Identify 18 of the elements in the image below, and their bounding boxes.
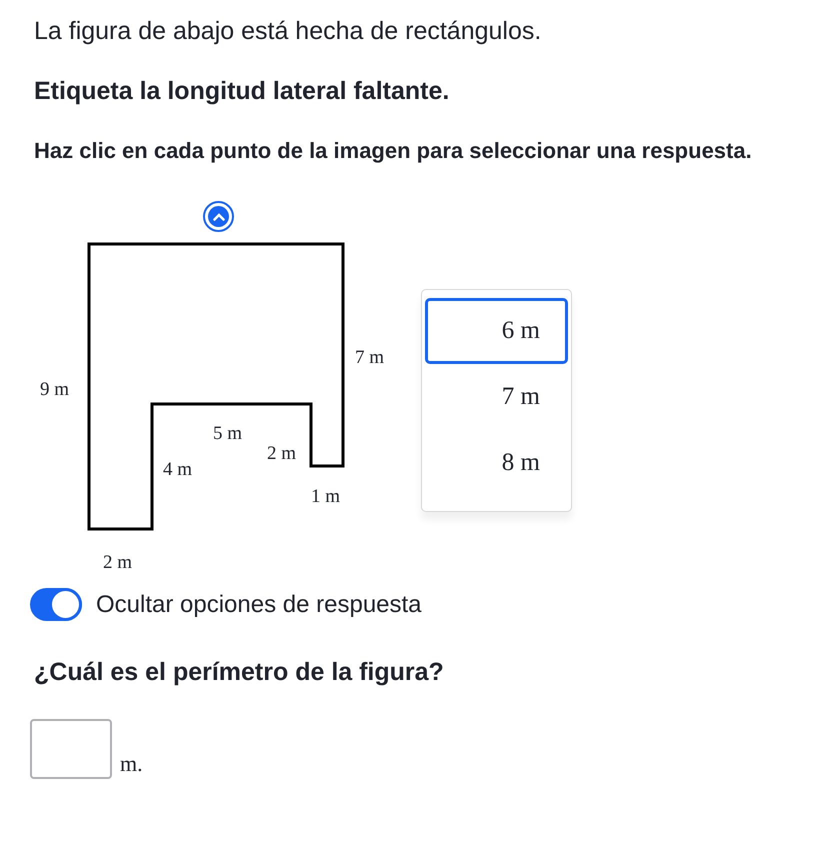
hotspot-button[interactable] (203, 201, 234, 232)
question-text: ¿Cuál es el perímetro de la figura? (34, 657, 445, 688)
side-length-label: 2 m (103, 552, 132, 574)
instruction-text: Etiqueta la longitud lateral faltante. (34, 76, 450, 107)
toggle-switch[interactable] (30, 588, 82, 621)
toggle-label: Ocultar opciones de respuesta (96, 590, 422, 618)
intro-text: La figura de abajo está hecha de rectángulos. (34, 16, 542, 47)
side-length-label: 9 m (40, 379, 70, 401)
side-length-label: 2 m (267, 443, 296, 465)
answer-option[interactable]: 6 m (425, 298, 568, 364)
answer-field[interactable] (30, 719, 112, 779)
side-length-label: 1 m (311, 486, 340, 508)
chevron-icon (212, 212, 224, 220)
side-length-label: 7 m (355, 347, 384, 369)
side-length-label: 5 m (213, 423, 242, 445)
side-length-label: 4 m (163, 459, 192, 481)
unit-label: m. (120, 751, 143, 778)
hint-text: Haz clic en cada punto de la imagen para seleccionar una respuesta. (34, 137, 753, 165)
